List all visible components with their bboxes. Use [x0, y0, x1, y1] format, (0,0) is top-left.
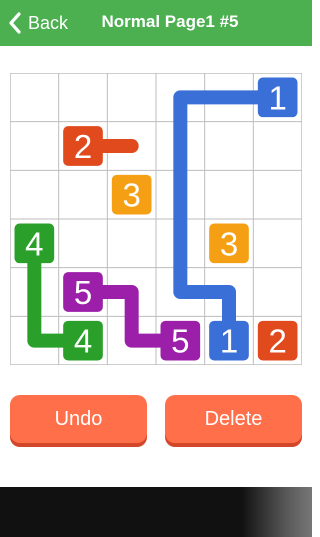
number-tile-label: 3	[122, 177, 140, 214]
number-tile[interactable]: 1	[209, 320, 249, 361]
undo-button[interactable]: Undo	[10, 395, 147, 443]
puzzle-board[interactable]: 1122334455	[10, 73, 302, 365]
number-tile-label: 3	[220, 225, 238, 262]
number-tile[interactable]: 2	[63, 126, 103, 166]
page-title: Normal Page1 #5	[101, 12, 239, 31]
number-tile[interactable]: 3	[209, 223, 249, 264]
app-header: Back Normal Page1 #5	[0, 0, 312, 46]
number-tile[interactable]: 3	[111, 174, 152, 215]
chevron-left-icon	[9, 12, 21, 34]
number-tile[interactable]: 1	[257, 77, 298, 118]
number-tile[interactable]: 5	[63, 272, 103, 312]
number-tile[interactable]: 5	[160, 320, 201, 361]
back-button[interactable]: Back	[8, 11, 68, 35]
number-tile-label: 5	[74, 274, 92, 311]
number-tile-label: 5	[171, 323, 189, 360]
number-tile[interactable]: 4	[63, 320, 103, 361]
number-tile-label: 4	[25, 225, 43, 262]
watermark-area	[242, 487, 312, 537]
number-tile-label: 1	[268, 79, 286, 116]
number-tile[interactable]: 2	[257, 320, 298, 361]
delete-button[interactable]: Delete	[165, 395, 302, 443]
footer-bar	[0, 487, 312, 537]
board-canvas[interactable]: 1122334455	[10, 73, 302, 365]
number-tile-label: 2	[268, 323, 286, 360]
number-tile[interactable]: 4	[14, 223, 55, 264]
number-tile-label: 2	[74, 128, 92, 165]
number-tile-label: 4	[74, 323, 92, 360]
number-tile-label: 1	[220, 323, 238, 360]
back-label: Back	[28, 12, 69, 33]
